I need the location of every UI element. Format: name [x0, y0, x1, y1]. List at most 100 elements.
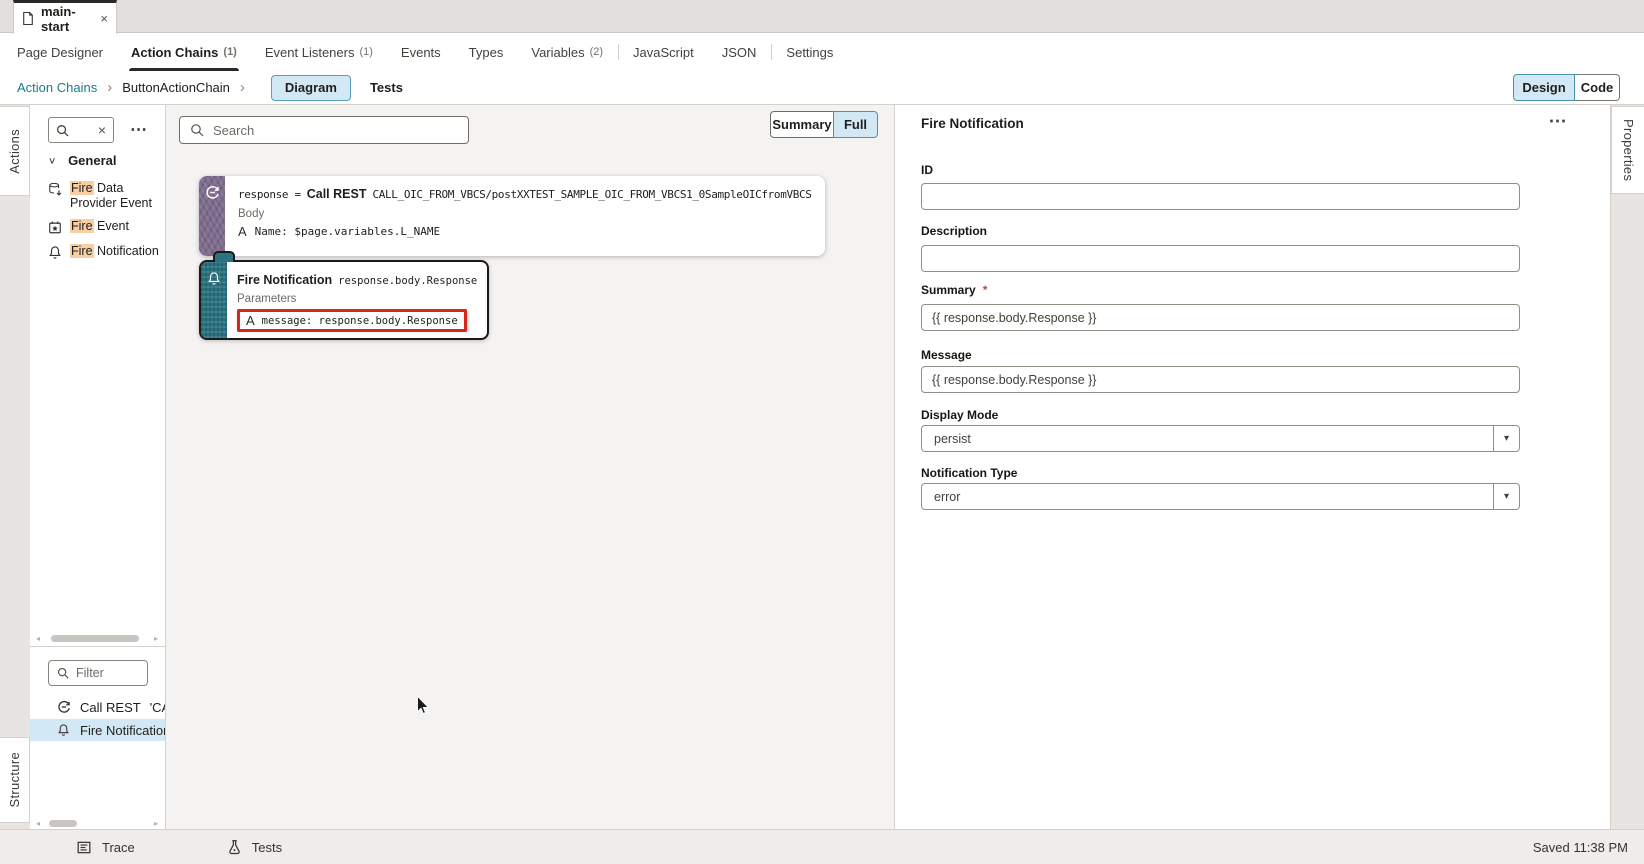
- full-toggle-button[interactable]: Full: [833, 111, 878, 138]
- data-provider-event-icon: [48, 182, 62, 211]
- summary-full-toggle: Summary Full: [770, 111, 878, 138]
- palette-item-label: Fire Notification: [70, 244, 159, 260]
- node-connector-tab: [213, 251, 235, 262]
- node-title: Fire Notification response.body.Response: [237, 273, 477, 287]
- description-label: Description: [921, 224, 987, 238]
- clear-search-icon[interactable]: ×: [98, 123, 106, 137]
- summary-toggle-button[interactable]: Summary: [770, 111, 834, 138]
- open-file-tab-main-start[interactable]: main-start ×: [13, 0, 117, 34]
- tab-separator: [618, 44, 619, 60]
- palette-item-fire-notification[interactable]: Fire Notification: [48, 244, 160, 260]
- search-icon: [57, 667, 69, 679]
- search-icon: [56, 124, 69, 137]
- trace-icon: [76, 840, 92, 855]
- tab-settings[interactable]: Settings: [786, 33, 833, 71]
- tests-view-button[interactable]: Tests: [370, 80, 403, 95]
- palette-item-fire-data-provider-event[interactable]: Fire Data Provider Event: [48, 181, 160, 211]
- tests-button[interactable]: Tests: [227, 839, 282, 855]
- display-mode-select[interactable]: persist ▾: [921, 425, 1520, 452]
- palette-horizontal-scrollbar[interactable]: ◂ ▸: [36, 634, 158, 643]
- id-field[interactable]: [921, 183, 1520, 210]
- node-type-strip: [201, 262, 227, 338]
- diagram-canvas[interactable]: Summary Full response = Call REST CALL_O…: [166, 105, 894, 829]
- window-tab-bar: main-start ×: [0, 0, 1644, 33]
- message-label: Message: [921, 348, 972, 362]
- tab-events[interactable]: Events: [401, 33, 441, 71]
- design-mode-button[interactable]: Design: [1513, 74, 1575, 101]
- flask-icon: [227, 839, 242, 855]
- tab-javascript[interactable]: JavaScript: [633, 33, 694, 71]
- chevron-down-icon: ∨: [48, 155, 56, 165]
- chevron-down-icon[interactable]: ▾: [1493, 484, 1519, 509]
- string-type-icon: A: [238, 225, 247, 238]
- tab-count: (1): [223, 46, 236, 58]
- editor-tabs: Page Designer Action Chains(1) Event Lis…: [0, 33, 1644, 71]
- structure-row-fire-notification[interactable]: Fire Notification: [30, 719, 165, 741]
- id-label: ID: [921, 163, 933, 177]
- message-field[interactable]: [921, 366, 1520, 393]
- display-mode-label: Display Mode: [921, 408, 998, 422]
- palette-item-label: Fire Event: [70, 219, 129, 235]
- tab-page-designer[interactable]: Page Designer: [17, 33, 103, 71]
- structure-filter-input[interactable]: [76, 666, 134, 680]
- scroll-left-icon[interactable]: ◂: [36, 635, 40, 643]
- chevron-down-icon[interactable]: ▾: [1493, 426, 1519, 451]
- structure-horizontal-scrollbar[interactable]: ◂ ▸: [36, 819, 158, 828]
- properties-title: Fire Notification: [921, 116, 1024, 131]
- save-status: Saved 11:38 PM: [1533, 840, 1628, 855]
- tab-variables[interactable]: Variables(2): [531, 33, 603, 71]
- properties-panel: Fire Notification ⋯ ID Description Summa…: [894, 105, 1610, 829]
- actions-search-input[interactable]: ×: [48, 117, 114, 143]
- required-asterisk: *: [983, 283, 988, 297]
- scroll-right-icon[interactable]: ▸: [154, 635, 158, 643]
- diagram-view-button[interactable]: Diagram: [271, 75, 351, 101]
- structure-row-call-rest[interactable]: Call REST 'CALL: [30, 696, 165, 718]
- breadcrumb: Action Chains › ButtonActionChain › Diag…: [0, 71, 1644, 105]
- palette-item-label: Fire Data Provider Event: [70, 181, 160, 211]
- bell-icon: [48, 245, 62, 260]
- fire-notification-action-node[interactable]: Fire Notification response.body.Response…: [199, 260, 489, 340]
- summary-label: Summary*: [921, 283, 987, 297]
- tab-event-listeners[interactable]: Event Listeners(1): [265, 33, 373, 71]
- tab-json[interactable]: JSON: [722, 33, 757, 71]
- node-type-strip: [199, 176, 225, 256]
- scrollbar-thumb[interactable]: [49, 820, 77, 827]
- palette-item-fire-event[interactable]: Fire Event: [48, 219, 160, 235]
- trace-button[interactable]: Trace: [76, 840, 135, 855]
- structure-panel-tab[interactable]: Structure: [0, 737, 30, 823]
- mouse-cursor: [416, 695, 430, 716]
- file-tab-title: main-start: [41, 4, 91, 34]
- rest-icon: [205, 185, 220, 256]
- scrollbar-thumb[interactable]: [51, 635, 139, 642]
- actions-overflow-menu-icon[interactable]: ⋯: [126, 117, 152, 143]
- node-parameter: A Name: $page.variables.L_NAME: [238, 225, 815, 238]
- diagram-search-input[interactable]: [213, 123, 458, 138]
- actions-palette: × ⋯ ∨ General Fire Data Provider Event F…: [30, 105, 166, 829]
- structure-filter-input-wrap[interactable]: [48, 660, 148, 686]
- properties-panel-tab[interactable]: Properties: [1611, 106, 1644, 194]
- notification-type-select[interactable]: error ▾: [921, 483, 1520, 510]
- description-field[interactable]: [921, 245, 1520, 272]
- rest-icon: [57, 700, 71, 714]
- structure-panel: Call REST 'CALL Fire Notification ◂ ▸: [30, 646, 165, 829]
- properties-overflow-menu-icon[interactable]: ⋯: [1543, 109, 1573, 133]
- scroll-right-icon[interactable]: ▸: [154, 820, 158, 828]
- diagram-search-input-wrap[interactable]: [179, 116, 469, 144]
- string-type-icon: A: [246, 314, 255, 327]
- general-section-header[interactable]: ∨ General: [48, 153, 116, 168]
- chevron-right-icon: ›: [107, 79, 112, 96]
- left-panel-strip: Actions Structure: [0, 105, 30, 829]
- breadcrumb-action-chains-link[interactable]: Action Chains: [17, 80, 97, 95]
- tab-types[interactable]: Types: [469, 33, 504, 71]
- call-rest-action-node[interactable]: response = Call REST CALL_OIC_FROM_VBCS/…: [199, 176, 825, 256]
- code-mode-button[interactable]: Code: [1575, 74, 1620, 101]
- calendar-event-icon: [48, 220, 62, 235]
- close-tab-icon[interactable]: ×: [100, 11, 108, 26]
- chevron-right-icon: ›: [240, 79, 245, 96]
- tab-action-chains[interactable]: Action Chains(1): [131, 33, 237, 71]
- actions-panel-tab[interactable]: Actions: [0, 106, 30, 196]
- search-icon: [190, 123, 204, 137]
- summary-field[interactable]: [921, 304, 1520, 331]
- scroll-left-icon[interactable]: ◂: [36, 820, 40, 828]
- design-code-toggle: Design Code: [1513, 74, 1620, 101]
